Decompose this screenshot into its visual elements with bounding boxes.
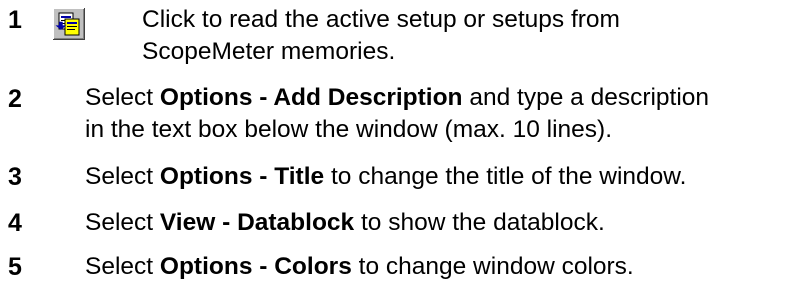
- text-plain: Select: [85, 253, 160, 280]
- text-plain: Select: [85, 209, 160, 236]
- step-number: 5: [8, 253, 22, 281]
- step-line: in the text box below the window (max. 1…: [85, 116, 613, 143]
- step-line: Click to read the active setup or setups…: [142, 6, 620, 33]
- document-page: { "steps": [ { "number": "1", "icon": "r…: [0, 0, 811, 293]
- menu-path: View - Datablock: [159, 209, 355, 236]
- menu-path: Options - Add Description: [159, 84, 463, 111]
- step-1: 1 Click to read the active setup or setu…: [0, 6, 811, 65]
- step-text: Click to read the active setup or setups…: [142, 4, 620, 68]
- step-number: 4: [8, 209, 22, 237]
- step-text: Select Options - Title to change the tit…: [85, 161, 686, 193]
- text-plain: Select: [85, 84, 160, 111]
- text-plain: Select: [85, 163, 160, 190]
- step-number: 1: [8, 6, 22, 34]
- step-text: Select View - Datablock to show the data…: [85, 207, 605, 239]
- step-3: 3 Select Options - Title to change the t…: [0, 163, 811, 191]
- step-text: Select Options - Colors to change window…: [85, 251, 634, 283]
- step-line: Select Options - Add Description and typ…: [85, 82, 709, 114]
- step-2: 2 Select Options - Add Description and t…: [0, 84, 811, 143]
- text-plain: to show the datablock.: [354, 209, 605, 236]
- step-number: 3: [8, 163, 22, 191]
- step-4: 4 Select View - Datablock to show the da…: [0, 209, 811, 237]
- menu-path: Options - Colors: [159, 253, 352, 280]
- text-plain: to change window colors.: [351, 253, 634, 280]
- text-plain: to change the title of the window.: [324, 163, 687, 190]
- read-setups-icon[interactable]: [53, 8, 85, 40]
- step-number: 2: [8, 85, 22, 113]
- text-plain: and type a description: [462, 84, 710, 111]
- menu-path: Options - Title: [159, 163, 325, 190]
- step-line: ScopeMeter memories.: [142, 38, 396, 65]
- step-text: Select Options - Add Description and typ…: [85, 82, 709, 146]
- step-5: 5 Select Options - Colors to change wind…: [0, 253, 811, 281]
